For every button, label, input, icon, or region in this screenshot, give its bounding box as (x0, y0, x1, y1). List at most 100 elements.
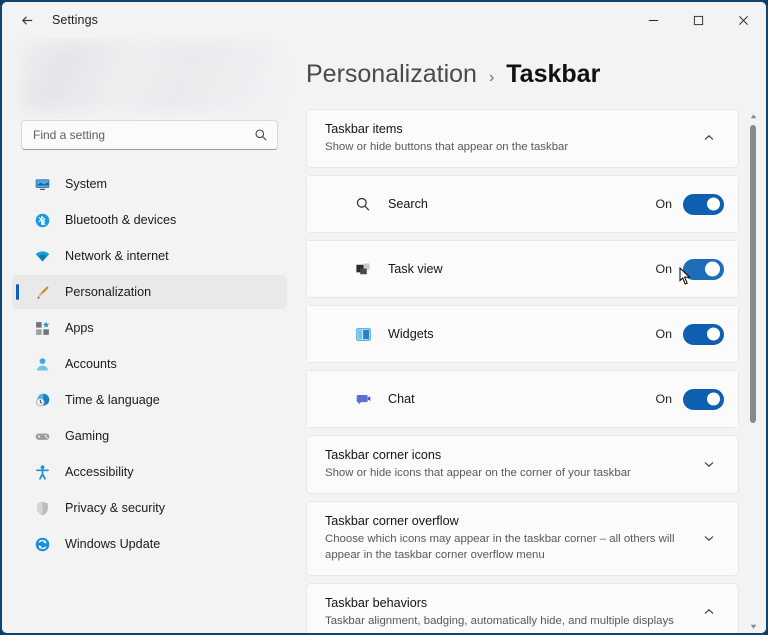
account-icon (34, 356, 51, 373)
section-taskbar-corner-icons: Taskbar corner icons Show or hide icons … (306, 435, 739, 494)
row-card-task-view: Task view On (306, 240, 739, 298)
breadcrumb: Personalization › Taskbar (297, 38, 766, 109)
gamepad-icon (34, 428, 51, 445)
sidebar-item-apps[interactable]: Apps (12, 311, 287, 345)
sidebar-item-label: Network & internet (65, 249, 169, 263)
breadcrumb-parent[interactable]: Personalization (306, 60, 477, 89)
sidebar-item-bluetooth-devices[interactable]: Bluetooth & devices (12, 203, 287, 237)
sidebar-item-accounts[interactable]: Accounts (12, 347, 287, 381)
sidebar-item-windows-update[interactable]: Windows Update (12, 527, 287, 561)
setting-row-task-view[interactable]: Task view On (307, 241, 738, 297)
maximize-button[interactable] (676, 2, 721, 38)
setting-row-search[interactable]: Search On (307, 176, 738, 232)
monitor-icon (34, 176, 51, 193)
back-arrow-icon (20, 13, 35, 28)
shield-icon (34, 500, 51, 517)
section-subtitle: Choose which icons may appear in the tas… (325, 531, 694, 563)
toggle-state-label: On (655, 197, 672, 211)
setting-row-widgets[interactable]: Widgets On (307, 306, 738, 362)
toggle-knob (707, 328, 720, 341)
section-taskbar-corner-overflow: Taskbar corner overflow Choose which ico… (306, 501, 739, 576)
toggle-state-label: On (655, 392, 672, 406)
toggle-knob (705, 262, 720, 277)
section-subtitle: Show or hide buttons that appear on the … (325, 139, 694, 155)
minimize-button[interactable] (631, 2, 676, 38)
scrollbar-thumb[interactable] (750, 125, 756, 423)
clock-icon (34, 392, 51, 409)
sidebar-item-label: Windows Update (65, 537, 160, 551)
sidebar-nav: System Bluetooth & devices Networ (12, 164, 287, 633)
section-header-taskbar-items[interactable]: Taskbar items Show or hide buttons that … (307, 110, 738, 167)
search-icon (355, 196, 372, 213)
scrollbar-track[interactable] (747, 123, 759, 619)
search-box[interactable] (21, 120, 278, 150)
app-title: Settings (52, 13, 98, 27)
sidebar-item-privacy-security[interactable]: Privacy & security (12, 491, 287, 525)
sidebar-item-personalization[interactable]: Personalization (12, 275, 287, 309)
user-profile-card[interactable] (21, 42, 278, 110)
page-title: Taskbar (506, 60, 600, 89)
sidebar-item-gaming[interactable]: Gaming (12, 419, 287, 453)
sidebar-item-label: Accessibility (65, 465, 134, 479)
close-button[interactable] (721, 2, 766, 38)
row-card-widgets: Widgets On (306, 305, 739, 363)
sidebar-item-label: Accounts (65, 357, 117, 371)
maximize-icon (693, 15, 704, 26)
section-taskbar-items: Taskbar items Show or hide buttons that … (306, 109, 739, 168)
toggle-widgets[interactable] (683, 324, 724, 345)
window-controls (631, 2, 766, 38)
back-button[interactable] (10, 5, 44, 35)
apps-icon (34, 320, 51, 337)
scroll-up-arrow-icon[interactable] (750, 109, 757, 123)
toggle-search[interactable] (683, 194, 724, 215)
sidebar-item-label: System (65, 177, 107, 191)
chat-icon (355, 391, 372, 408)
section-title: Taskbar items (325, 121, 694, 138)
section-title: Taskbar corner overflow (325, 513, 694, 530)
toggle-state-label: On (655, 327, 672, 341)
chevron-down-icon[interactable] (694, 451, 724, 477)
toggle-chat[interactable] (683, 389, 724, 410)
section-subtitle: Taskbar alignment, badging, automaticall… (325, 613, 694, 629)
paintbrush-icon (34, 284, 51, 301)
accessibility-icon (34, 464, 51, 481)
section-title: Taskbar corner icons (325, 447, 694, 464)
section-subtitle: Show or hide icons that appear on the co… (325, 465, 694, 481)
search-input[interactable] (33, 128, 254, 142)
scroll-down-arrow-icon[interactable] (750, 619, 757, 633)
toggle-task-view[interactable] (683, 259, 724, 280)
sidebar-item-label: Gaming (65, 429, 109, 443)
toggle-knob (707, 393, 720, 406)
sidebar-item-label: Bluetooth & devices (65, 213, 176, 227)
section-title: Taskbar behaviors (325, 595, 694, 612)
settings-scroll-area: Taskbar items Show or hide buttons that … (297, 109, 766, 633)
setting-label: Widgets (388, 327, 655, 341)
chevron-up-icon[interactable] (694, 125, 724, 151)
setting-row-chat[interactable]: Chat On (307, 371, 738, 427)
setting-label: Task view (388, 262, 655, 276)
title-bar: Settings (2, 2, 766, 38)
sidebar-item-label: Time & language (65, 393, 160, 407)
minimize-icon (648, 15, 659, 26)
settings-window: Settings (0, 0, 768, 635)
section-header-behaviors[interactable]: Taskbar behaviors Taskbar alignment, bad… (307, 584, 738, 633)
chevron-up-icon[interactable] (694, 599, 724, 625)
vertical-scrollbar[interactable] (747, 109, 759, 633)
sidebar-item-time-language[interactable]: Time & language (12, 383, 287, 417)
sidebar-item-system[interactable]: System (12, 167, 287, 201)
search-icon (254, 128, 268, 142)
section-header-corner-icons[interactable]: Taskbar corner icons Show or hide icons … (307, 436, 738, 493)
sidebar-item-network-internet[interactable]: Network & internet (12, 239, 287, 273)
widgets-icon (355, 326, 372, 343)
breadcrumb-separator: › (489, 69, 494, 87)
sidebar-item-label: Privacy & security (65, 501, 165, 515)
setting-label: Search (388, 197, 655, 211)
sidebar: System Bluetooth & devices Networ (2, 38, 297, 633)
setting-label: Chat (388, 392, 655, 406)
bluetooth-icon (34, 212, 51, 229)
section-header-corner-overflow[interactable]: Taskbar corner overflow Choose which ico… (307, 502, 738, 575)
toggle-knob (707, 198, 720, 211)
section-taskbar-behaviors: Taskbar behaviors Taskbar alignment, bad… (306, 583, 739, 633)
chevron-down-icon[interactable] (694, 525, 724, 551)
sidebar-item-accessibility[interactable]: Accessibility (12, 455, 287, 489)
